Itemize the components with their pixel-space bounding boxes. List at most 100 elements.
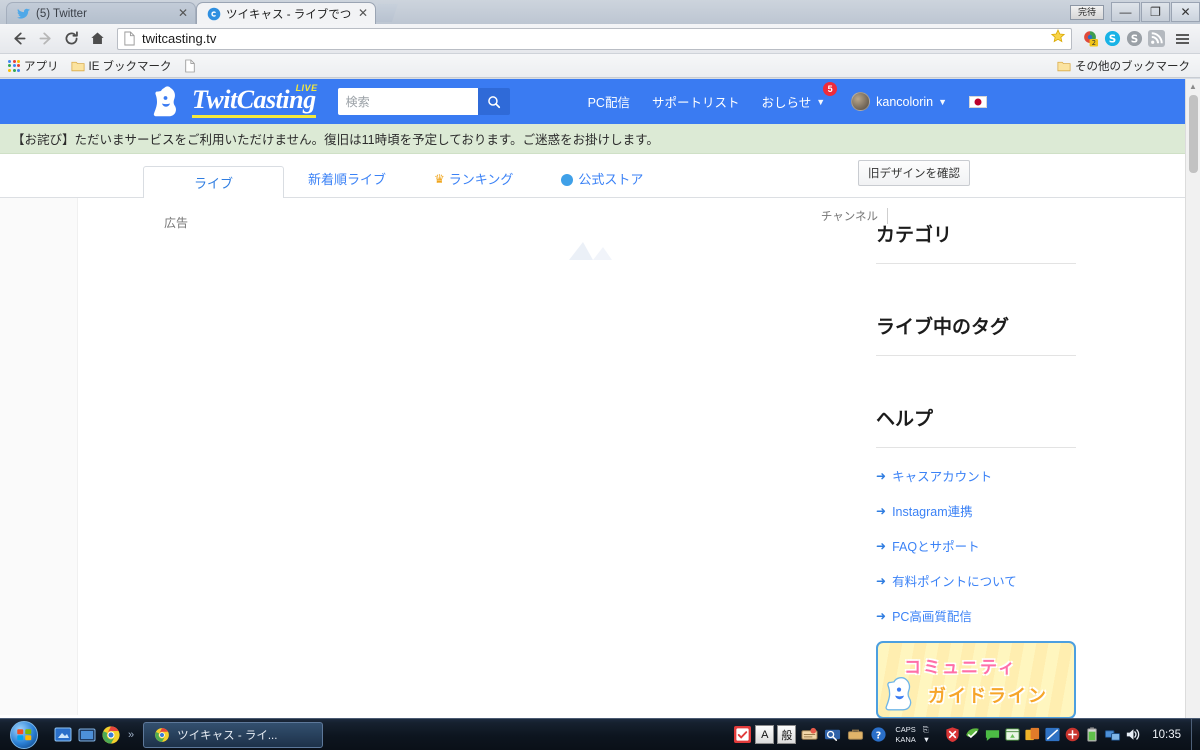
bookmark-apps[interactable]: アプリ [8, 58, 59, 74]
minimize-button[interactable]: — [1111, 2, 1140, 22]
search-input[interactable] [337, 88, 478, 115]
home-icon[interactable] [85, 27, 109, 51]
store-icon [561, 173, 574, 186]
arrow-right-icon: ➜ [876, 503, 887, 518]
chrome-icon [154, 727, 170, 743]
account-menu[interactable]: kancolorin ▼ [851, 92, 947, 111]
tab-label: 新着順ライブ [308, 172, 387, 187]
help-link-faq[interactable]: ➜ FAQとサポート [876, 536, 1185, 555]
note-icon[interactable] [1004, 726, 1021, 743]
ime-alpha-mode[interactable]: A [755, 725, 775, 744]
sidebar-heading-help: ヘルプ [876, 404, 1076, 448]
ime-lock-status[interactable]: CAPS KANA [891, 725, 919, 745]
close-icon[interactable]: ✕ [357, 7, 369, 20]
toolbox-icon[interactable] [845, 725, 865, 744]
guideline-line2: ガイドライン [928, 686, 1048, 706]
hamburger-menu-icon[interactable] [1171, 28, 1193, 50]
bookmark-label: IE ブックマーク [88, 60, 172, 73]
skype-click-to-call-icon[interactable]: S [1126, 30, 1143, 47]
red-app-icon[interactable] [1064, 726, 1081, 743]
forward-icon[interactable] [33, 27, 57, 51]
close-icon[interactable]: ✕ [177, 7, 189, 20]
window-switcher-icon[interactable] [77, 725, 97, 745]
account-name: kancolorin [876, 94, 934, 109]
network-icon[interactable] [1104, 726, 1121, 743]
search-icon [487, 95, 500, 108]
maximize-button[interactable]: ❐ [1141, 2, 1170, 22]
help-link-cas-account[interactable]: ➜ キャスアカウント [876, 466, 1185, 485]
chevron-down-icon: ▼ [938, 96, 948, 107]
overflow-chevron-icon[interactable]: » [128, 729, 134, 741]
tab-live[interactable]: ライブ [143, 166, 284, 199]
blue-app-icon[interactable] [1044, 726, 1061, 743]
scrollbar-thumb[interactable] [1189, 95, 1198, 173]
nav-item-notices[interactable]: おしらせ 5 ▼ [761, 82, 838, 111]
bookmark-page[interactable] [184, 59, 200, 73]
update-icon[interactable] [1024, 726, 1041, 743]
tab-newest-live[interactable]: 新着順ライブ [284, 165, 410, 198]
dictionary-icon[interactable] [822, 725, 842, 744]
help-icon[interactable]: ? [868, 725, 888, 744]
help-link-instagram[interactable]: ➜ Instagram連携 [876, 501, 1185, 520]
old-design-button[interactable]: 旧デザインを確認 [858, 160, 970, 186]
chrome-icon[interactable] [101, 725, 121, 745]
screen: (5) Twitter ✕ ツイキャス - ライブでつ ✕ 完待 — ❐ ✕ t… [0, 0, 1200, 750]
windows-taskbar: » ツイキャス - ライ... A 般 ? CAPS KANA ⎘ ▼ 10:3… [0, 718, 1200, 750]
page-icon [123, 31, 136, 46]
ime-tool-icon[interactable] [732, 725, 752, 744]
service-notice-banner: 【お詫び】ただいまサービスをご利用いただけません。復旧は11時頃を予定しておりま… [0, 124, 1185, 154]
tab-ranking[interactable]: ♛ ランキング [410, 165, 537, 198]
close-window-button[interactable]: ✕ [1171, 2, 1200, 22]
ime-status-chip[interactable]: 完待 [1070, 4, 1104, 20]
other-bookmarks[interactable]: その他のブックマーク [1057, 58, 1190, 74]
adblock-icon[interactable]: 2 [1082, 30, 1099, 47]
star-icon[interactable] [1050, 28, 1066, 49]
nav-item-support-list[interactable]: サポートリスト [652, 92, 740, 111]
nav-label: PC配信 [587, 96, 630, 110]
taskbar-task-chrome[interactable]: ツイキャス - ライ... [143, 721, 324, 748]
tab-official-store[interactable]: 公式ストア [537, 165, 667, 198]
page-scrollbar[interactable]: ▲ [1185, 79, 1200, 718]
browser-tab-twitter[interactable]: (5) Twitter ✕ [6, 2, 196, 24]
show-desktop-icon[interactable] [53, 725, 73, 745]
scroll-up-icon[interactable]: ▲ [1186, 79, 1200, 94]
ime-expand[interactable]: ⎘ ▼ [923, 725, 934, 745]
bird-mascot-icon [152, 85, 188, 119]
battery-icon[interactable] [1084, 726, 1101, 743]
green-shield-icon[interactable] [964, 726, 981, 743]
site-search[interactable] [337, 88, 510, 115]
channel-link[interactable]: チャンネル [821, 208, 888, 224]
community-guideline-banner[interactable]: コミュニティ ガイドライン [876, 641, 1076, 718]
taskbar-clock[interactable]: 10:35 [1146, 729, 1191, 741]
skype-icon[interactable]: S [1104, 30, 1121, 47]
show-desktop-button[interactable] [1191, 718, 1200, 750]
start-button[interactable] [1, 720, 47, 750]
search-button[interactable] [477, 88, 510, 115]
browser-tab-twitcasting[interactable]: ツイキャス - ライブでつ ✕ [196, 2, 376, 24]
browser-toolbar: twitcasting.tv 2 S S [0, 24, 1200, 54]
volume-icon[interactable] [1124, 726, 1141, 743]
chat-icon[interactable] [984, 726, 1001, 743]
nav-item-pc-broadcast[interactable]: PC配信 [588, 92, 630, 111]
extension-icons: 2 S S [1078, 30, 1165, 47]
tray-icon-group [939, 726, 1146, 743]
ime-kana-mode[interactable]: 般 [777, 725, 797, 744]
language-selector[interactable] [969, 95, 988, 108]
crown-icon: ♛ [434, 171, 445, 186]
pad-icon[interactable] [799, 725, 819, 744]
svg-text:?: ? [876, 730, 881, 741]
address-bar[interactable]: twitcasting.tv [117, 27, 1072, 50]
help-link-points[interactable]: ➜ 有料ポイントについて [876, 571, 1185, 590]
rss-icon[interactable] [1148, 30, 1165, 47]
help-link-pc-hq[interactable]: ➜ PC高画質配信 [876, 606, 1185, 625]
windows-start-orb [10, 720, 38, 749]
site-logo[interactable]: TwitCasting LIVE [152, 83, 317, 119]
arrow-right-icon: ➜ [876, 573, 887, 588]
site-wordmark: TwitCasting LIVE [192, 83, 317, 118]
security-alert-icon[interactable] [944, 726, 961, 743]
back-icon[interactable] [7, 27, 31, 51]
reload-icon[interactable] [59, 27, 83, 51]
sidebar-heading-live-tags: ライブ中のタグ [876, 312, 1076, 356]
help-link-label: FAQとサポート [892, 540, 980, 554]
bookmark-ie-folder[interactable]: IE ブックマーク [70, 58, 172, 74]
